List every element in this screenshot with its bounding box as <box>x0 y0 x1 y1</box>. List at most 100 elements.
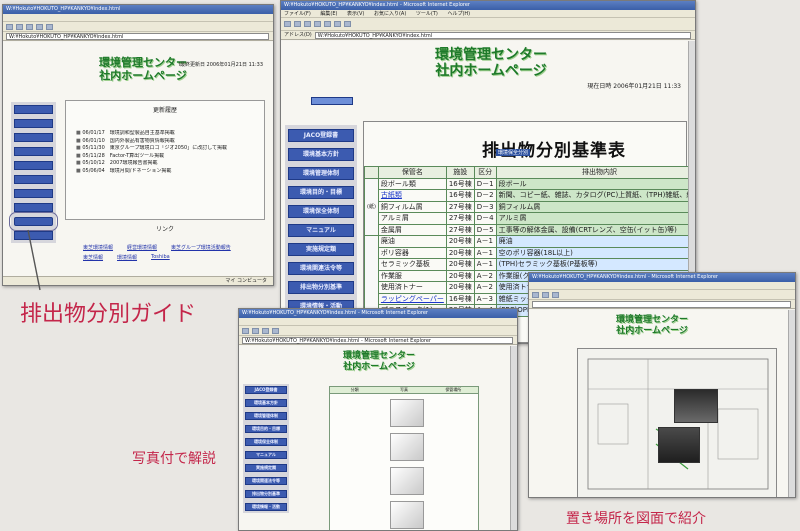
menu-help[interactable]: ヘルプ(H) <box>447 11 470 17</box>
back-icon[interactable] <box>242 327 249 334</box>
back-icon[interactable] <box>6 23 13 30</box>
site-title: 環境管理センター 社内ホームページ <box>587 315 717 337</box>
sidebar-item[interactable]: 環境情報・活動 <box>245 503 287 511</box>
table-row: 廃油 20号棟 A－1 廃油 <box>364 235 695 317</box>
site-title-line1: 環境管理センター <box>435 47 547 63</box>
news-item[interactable]: 05/11/30 東京グループ環境ロゴ「ジオ2050」に改訂して掲載 <box>76 145 264 153</box>
cell: (TPH)セラミック基板(P基板等) <box>495 258 695 271</box>
menu-view[interactable]: 表示(V) <box>347 11 364 17</box>
nav-button[interactable] <box>14 189 53 198</box>
sidebar-item[interactable]: 実施規定類 <box>245 464 287 472</box>
scrollbar[interactable] <box>788 310 795 497</box>
cell: 空のポリ容器(18L以上) <box>495 246 695 259</box>
category-cell: (紙) <box>364 177 379 236</box>
forward-icon[interactable] <box>252 327 259 334</box>
cell: A－3 <box>473 292 497 305</box>
footer-links: 東芝環境情報 経営環境情報 東芝グループ環境活動報告 東芝情報 環境情報 Tos… <box>83 244 263 261</box>
cell-link[interactable]: ラッピングペーパー <box>377 292 447 305</box>
footer-link[interactable]: 経営環境情報 <box>127 244 157 251</box>
sidebar-item[interactable]: 環境関連法令等 <box>245 477 287 485</box>
address-input[interactable]: W:¥Hokuto¥HOKUTO_HP¥KANKYO¥index.html - … <box>242 337 513 344</box>
scrollbar[interactable] <box>510 346 517 530</box>
cell-link[interactable]: 古紙類 <box>377 189 447 202</box>
table-row: (紙) 段ボール類 16号棟 D－1 段ボール <box>364 177 695 236</box>
back-to-top-button[interactable] <box>311 97 353 105</box>
cell: A－2 <box>473 281 497 294</box>
news-item[interactable]: 05/11/28 Factor-T算出ツール掲載 <box>76 153 264 161</box>
sidebar-item[interactable]: 環境基本方針 <box>245 399 287 407</box>
table-row: セラミック基板 20号棟 A－1 (TPH)セラミック基板(P基板等) <box>365 258 695 271</box>
nav-button[interactable] <box>14 161 53 170</box>
site-title-line2: 社内ホームページ <box>616 326 688 336</box>
menu-file[interactable]: ファイル(F) <box>284 11 311 17</box>
news-item[interactable]: 05/10/12 2007環境報告書掲載 <box>76 160 264 168</box>
stop-icon[interactable] <box>26 23 33 30</box>
address-input[interactable] <box>532 301 791 308</box>
cell: 27号棟 <box>445 223 475 236</box>
nav-button[interactable] <box>14 133 53 142</box>
news-panel: 更新履歴 06/01/17 環境調和型製品自主基準掲載 06/01/10 国内外… <box>65 100 265 220</box>
nav-button[interactable] <box>14 147 53 156</box>
sidebar-item[interactable]: 環境関連法令等 <box>288 262 354 275</box>
nav-button[interactable] <box>14 119 53 128</box>
cell: 16号棟 <box>445 189 475 202</box>
forward-icon[interactable] <box>294 21 301 27</box>
refresh-icon[interactable] <box>272 327 279 334</box>
sidebar-item[interactable]: 環境保全体制 <box>288 205 354 218</box>
table-row: ポリ容器 20号棟 A－1 空のポリ容器(18L以上) <box>365 246 695 259</box>
footer-link[interactable]: 東芝グループ環境活動報告 <box>171 244 231 251</box>
col-header: 保管名 <box>377 166 447 179</box>
news-list: 06/01/17 環境調和型製品自主基準掲載 06/01/10 国内外製品有害物… <box>76 130 264 175</box>
home-icon[interactable] <box>324 21 331 27</box>
sidebar-item[interactable]: 排出物分別基準 <box>245 490 287 498</box>
news-item[interactable]: 05/06/04 環境月間/ドネーション掲載 <box>76 168 264 176</box>
forward-icon[interactable] <box>16 23 23 30</box>
forward-icon[interactable] <box>542 291 549 298</box>
address-input[interactable]: W:¥Hokuto¥HOKUTO_HP¥KANKYO¥index.html <box>314 32 691 39</box>
sidebar-nav: JACO登録書 環境基本方針 環境管理体制 環境目的・目標 環境保全体制 マニュ… <box>243 384 289 513</box>
last-updated: Ⅰ最終更新日 2006年01月21日 11:33 <box>178 62 263 68</box>
sidebar-item[interactable]: 環境基本方針 <box>288 148 354 161</box>
sidebar-item[interactable]: JACO登録書 <box>245 386 287 394</box>
favorites-icon[interactable] <box>344 21 351 27</box>
menu-tools[interactable]: ツール(T) <box>416 11 438 17</box>
stop-icon[interactable] <box>552 291 559 298</box>
nav-button[interactable] <box>14 203 53 212</box>
sidebar-item[interactable]: 環境目的・目標 <box>288 186 354 199</box>
refresh-icon[interactable] <box>36 23 43 30</box>
current-datetime: 現在日時 2006年01月21日 11:33 <box>587 83 681 90</box>
stop-icon[interactable] <box>262 327 269 334</box>
back-icon[interactable] <box>284 21 291 27</box>
footer-link[interactable]: 東芝環境情報 <box>83 244 113 251</box>
menu-favorites[interactable]: お気に入り(A) <box>374 11 406 17</box>
address-input[interactable]: W:¥Hokuto¥HOKUTO_HP¥KANKYO¥index.html <box>6 33 269 40</box>
sidebar-item[interactable]: 排出物分別基準 <box>288 281 354 294</box>
nav-button[interactable] <box>14 175 53 184</box>
window-title: W:¥Hokuto¥HOKUTO_HP¥KANKYO¥index.html - … <box>281 1 695 10</box>
col-header: 分類 <box>350 387 359 392</box>
sidebar-item[interactable]: 実施規定類 <box>288 243 354 256</box>
cell: 27号棟 <box>445 212 475 225</box>
sidebar-item[interactable]: 環境管理体制 <box>245 412 287 420</box>
caption-photo-explanation: 写真付で解説 <box>132 451 216 467</box>
search-icon[interactable] <box>334 21 341 27</box>
footer-link[interactable]: 環境情報 <box>117 254 137 261</box>
home-icon[interactable] <box>46 23 53 30</box>
nav-button-highlighted[interactable] <box>9 212 58 231</box>
news-item[interactable]: 06/01/17 環境調和型製品自主基準掲載 <box>76 130 264 138</box>
sidebar-item[interactable]: 環境管理体制 <box>288 167 354 180</box>
footer-link[interactable]: 東芝情報 <box>83 254 103 261</box>
news-item[interactable]: 06/01/10 国内外製品有害物質情報掲載 <box>76 138 264 146</box>
menu-edit[interactable]: 編集(E) <box>320 11 337 17</box>
site-title-line1: 環境管理センター <box>342 351 415 361</box>
refresh-icon[interactable] <box>314 21 321 27</box>
back-icon[interactable] <box>532 291 539 298</box>
sidebar-item[interactable]: JACO登録書 <box>288 129 354 142</box>
sidebar-item[interactable]: マニュアル <box>288 224 354 237</box>
nav-button[interactable] <box>14 105 53 114</box>
sidebar-item[interactable]: 環境保全体制 <box>245 438 287 446</box>
sidebar-item[interactable]: 環境目的・目標 <box>245 425 287 433</box>
footer-link[interactable]: Toshiba <box>151 254 170 261</box>
sidebar-item[interactable]: マニュアル <box>245 451 287 459</box>
stop-icon[interactable] <box>304 21 311 27</box>
